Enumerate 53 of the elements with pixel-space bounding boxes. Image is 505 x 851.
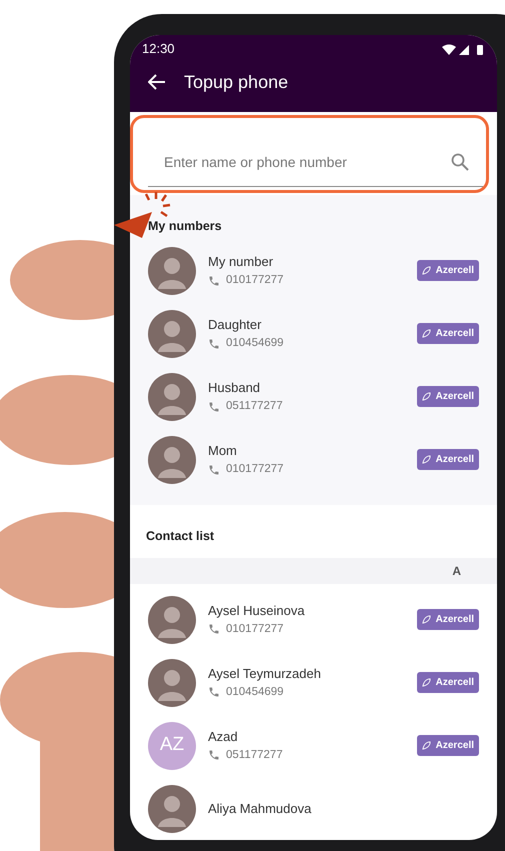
screen-title: Topup phone: [184, 70, 288, 94]
phone-number: 010177277: [226, 622, 284, 637]
photo-placeholder: [148, 784, 196, 832]
status-time: 12:30: [142, 40, 175, 58]
back-arrow-icon[interactable]: [148, 74, 166, 90]
leaf-icon: [422, 615, 431, 624]
phone-icon: [208, 686, 220, 698]
phone-icon: [208, 338, 220, 350]
operator-badge[interactable]: Azercell: [416, 260, 479, 282]
phone-number: 051177277: [226, 748, 283, 763]
operator-badge[interactable]: Azercell: [416, 609, 479, 630]
phone-icon: [208, 749, 220, 762]
operator-badge[interactable]: Azercell: [416, 386, 479, 408]
photo-placeholder: [148, 372, 196, 421]
contact-name: Husband: [208, 379, 262, 398]
operator-badge[interactable]: Azercell: [416, 323, 479, 344]
phone-number: 051177277: [226, 398, 283, 414]
contact-name: Aysel Huseinova: [208, 602, 306, 620]
operator-badge[interactable]: Azercell: [416, 735, 479, 756]
photo-placeholder: [148, 246, 196, 295]
section-title: My numbers: [148, 218, 223, 235]
photo-placeholder: [148, 436, 196, 484]
avatar-initials: AZ: [148, 722, 196, 770]
phone-icon: [208, 464, 220, 476]
operator-badge[interactable]: Azercell: [416, 449, 479, 470]
contact-name: My number: [208, 253, 274, 272]
phone-number: 010177277: [226, 462, 284, 477]
phone-icon: [208, 623, 220, 636]
leaf-icon: [422, 678, 431, 687]
operator-badge[interactable]: Azercell: [416, 672, 479, 693]
contact-name: Aliya Mahmudova: [208, 800, 312, 818]
leaf-icon: [422, 329, 431, 338]
leaf-icon: [422, 741, 431, 750]
section-title: Contact list: [145, 528, 216, 546]
contact-name: Mom: [208, 442, 238, 460]
search-icon[interactable]: [451, 153, 469, 172]
phone-icon: [208, 274, 220, 286]
status-icons: [441, 44, 485, 56]
contact-name: Daughter: [208, 316, 262, 334]
contact-name: Azad: [208, 728, 239, 746]
leaf-icon: [422, 455, 431, 464]
photo-placeholder: [148, 658, 196, 706]
phone-number: 010454699: [226, 684, 284, 700]
photo-placeholder: [148, 596, 196, 644]
leaf-icon: [422, 392, 431, 402]
phone-number: 010454699: [226, 336, 284, 351]
photo-placeholder: [148, 310, 196, 358]
phone-number: 010177277: [226, 272, 284, 288]
letter-header: A: [130, 558, 497, 584]
phone-icon: [208, 400, 220, 412]
contact-name: Aysel Teymurzadeh: [208, 665, 322, 684]
search-field[interactable]: Enter name or phone number: [162, 150, 451, 174]
leaf-icon: [422, 266, 431, 276]
